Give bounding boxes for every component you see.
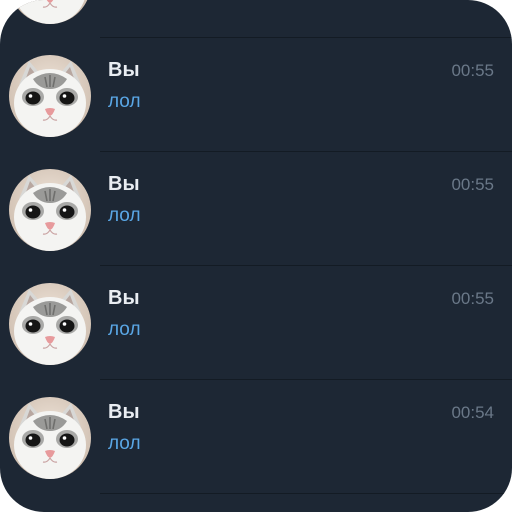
chat-row[interactable]: Вы лол 00:55 [0,152,512,266]
divider [100,493,512,494]
cat-avatar-icon [9,55,91,137]
cat-avatar-icon [9,169,91,251]
chat-row[interactable]: Вы лол 00:55 [0,38,512,152]
chat-last-message: лол [108,319,141,340]
cat-avatar-icon [9,0,91,24]
chat-last-message: лол [108,91,141,112]
chat-time: 00:55 [451,175,494,194]
chat-name: Вы [108,173,140,195]
avatar[interactable] [9,283,91,365]
cat-avatar-icon [9,397,91,479]
chat-name: Вы [108,59,140,81]
chat-row[interactable]: Вы лол 00:55 [0,266,512,380]
avatar[interactable] [9,55,91,137]
chat-list-screen: Вы лол 00:55 Вы лол 00:55 Вы лол 00:55 В… [0,0,512,512]
chat-last-message: лол [108,205,141,226]
chat-time: 00:55 [451,61,494,80]
chat-time: 00:55 [451,289,494,308]
chat-row[interactable]: Вы лол 00:54 [0,380,512,494]
avatar[interactable] [9,397,91,479]
chat-name: Вы [108,287,140,309]
chat-name: Вы [108,401,140,423]
chat-last-message: лол [108,433,141,454]
avatar-partial[interactable] [9,0,91,24]
avatar[interactable] [9,169,91,251]
cat-avatar-icon [9,283,91,365]
chat-time: 00:54 [451,403,494,422]
